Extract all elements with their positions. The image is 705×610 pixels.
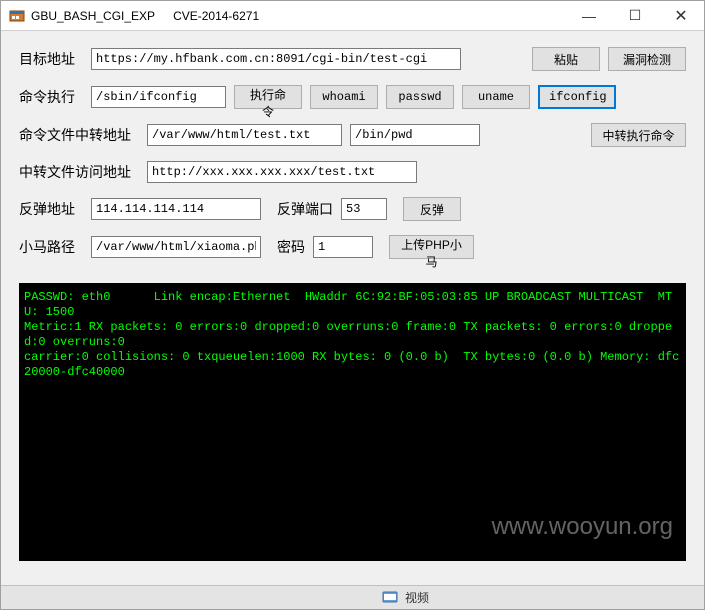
row-relay-file: 命令文件中转地址 中转执行命令 [19,123,686,147]
label-relay-file-access: 中转文件访问地址 [19,162,139,182]
bottombar-label: 视频 [405,589,429,606]
rebound-ip-input[interactable] [91,198,261,220]
relay-access-url-input[interactable] [147,161,417,183]
xiaoma-path-input[interactable] [91,236,261,258]
titlebar[interactable]: GBU_BASH_CGI_EXP CVE-2014-6271 — ☐ ✕ [1,1,704,31]
ifconfig-button[interactable]: ifconfig [538,85,616,109]
target-url-input[interactable] [91,48,461,70]
main-window: GBU_BASH_CGI_EXP CVE-2014-6271 — ☐ ✕ 目标地… [0,0,705,610]
label-rebound-addr: 反弹地址 [19,199,83,219]
uname-button[interactable]: uname [462,85,530,109]
console-line-2: Metric:1 RX packets: 0 errors:0 dropped:… [24,320,681,350]
paste-button[interactable]: 粘贴 [532,47,600,71]
console-line-1: PASSWD: eth0 Link encap:Ethernet HWaddr … [24,290,681,320]
label-cmd-exec: 命令执行 [19,87,83,107]
console-line-3: carrier:0 collisions: 0 txqueuelen:1000 … [24,350,681,380]
label-cmd-file-relay: 命令文件中转地址 [19,125,139,145]
vuln-detect-button[interactable]: 漏洞检测 [608,47,686,71]
minimize-button[interactable]: — [566,1,612,31]
passwd-button[interactable]: passwd [386,85,454,109]
row-cmd: 命令执行 执行命令 whoami passwd uname ifconfig [19,85,686,109]
row-target: 目标地址 粘贴 漏洞检测 [19,47,686,71]
app-icon [9,8,25,24]
rebound-port-input[interactable] [341,198,387,220]
label-target-url: 目标地址 [19,49,83,69]
window-title: GBU_BASH_CGI_EXP [31,9,155,23]
row-rebound: 反弹地址 反弹端口 反弹 [19,197,686,221]
password-input[interactable] [313,236,373,258]
console-output[interactable]: PASSWD: eth0 Link encap:Ethernet HWaddr … [19,283,686,561]
label-xiaoma-path: 小马路径 [19,237,83,257]
close-button[interactable]: ✕ [658,1,704,31]
watermark-text: www.wooyun.org [492,512,673,542]
video-icon [381,589,399,607]
whoami-button[interactable]: whoami [310,85,378,109]
cve-label: CVE-2014-6271 [173,9,259,23]
cmd-input[interactable] [91,86,226,108]
relay-path-input[interactable] [147,124,342,146]
maximize-button[interactable]: ☐ [612,1,658,31]
row-xiaoma: 小马路径 密码 上传PHP小马 [19,235,686,259]
rebound-button[interactable]: 反弹 [403,197,461,221]
taskbar-fragment: 视频 [1,585,704,609]
row-relay-access: 中转文件访问地址 [19,161,686,183]
label-rebound-port: 反弹端口 [277,199,333,219]
upload-php-button[interactable]: 上传PHP小马 [389,235,474,259]
label-password: 密码 [277,237,305,257]
exec-cmd-button[interactable]: 执行命令 [234,85,302,109]
client-area: 目标地址 粘贴 漏洞检测 命令执行 执行命令 whoami passwd una… [1,31,704,585]
relay-exec-cmd-button[interactable]: 中转执行命令 [591,123,686,147]
relay-exec-input[interactable] [350,124,480,146]
